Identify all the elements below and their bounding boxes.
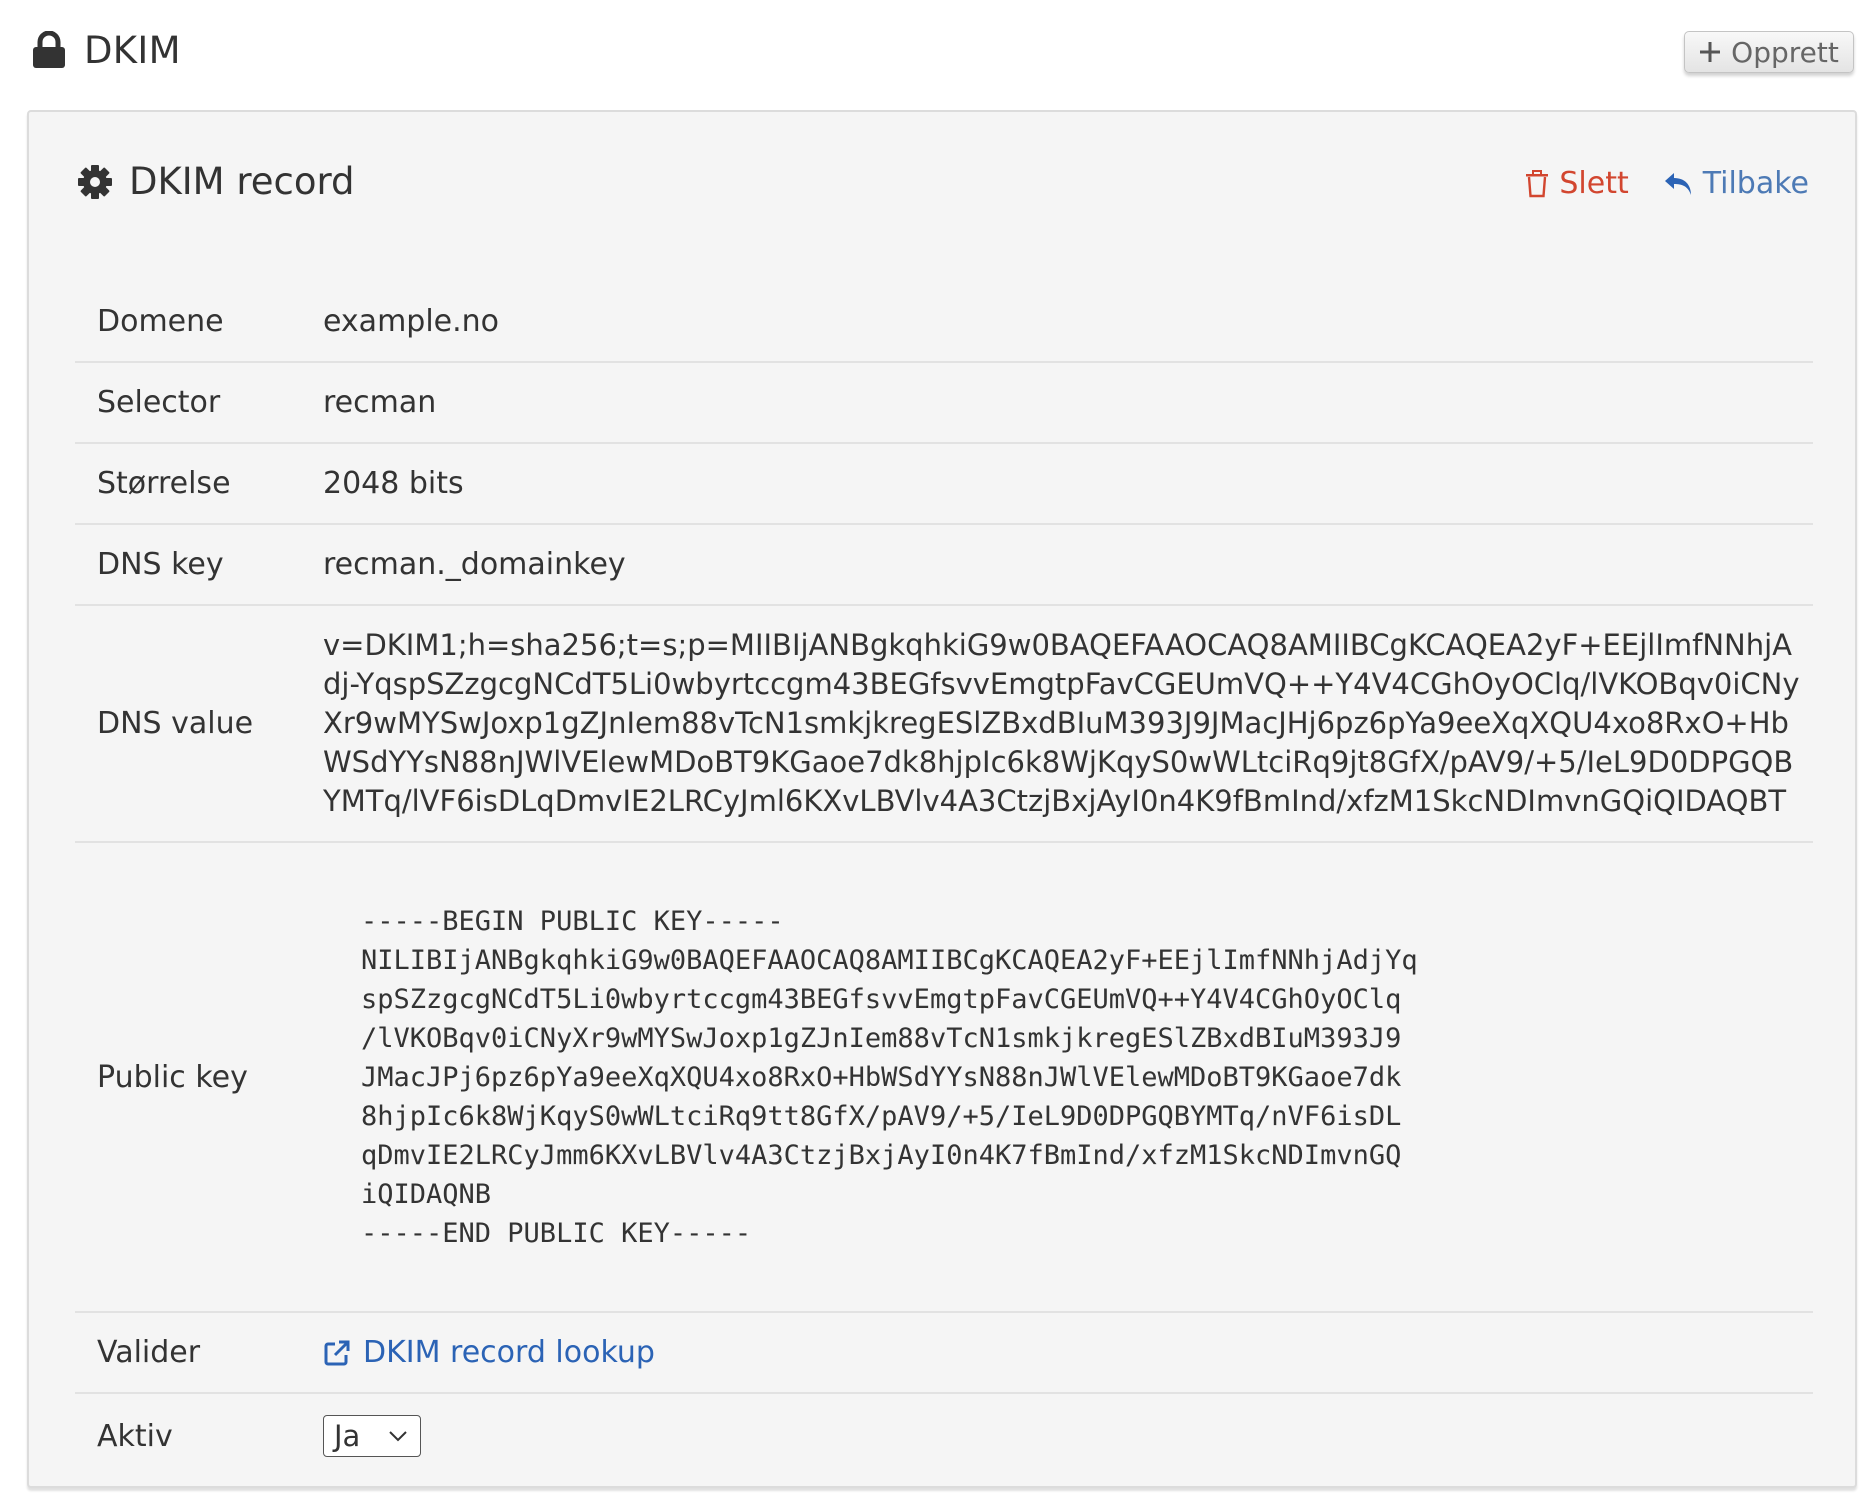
selector-label: Selector xyxy=(97,385,221,420)
size-value: 2048 bits xyxy=(323,466,464,501)
page-title: DKIM xyxy=(32,26,181,74)
reply-arrow-icon xyxy=(1663,171,1693,197)
delete-label: Slett xyxy=(1559,166,1629,201)
row-dns-value: DNS value v=DKIM1;h=sha256;t=s;p=MIIBIjA… xyxy=(75,606,1813,843)
back-label: Tilbake xyxy=(1702,166,1809,201)
back-button[interactable]: Tilbake xyxy=(1663,166,1809,201)
trash-icon xyxy=(1525,169,1549,198)
dns-key-value: recman._domainkey xyxy=(323,547,626,582)
row-domain: Domene example.no xyxy=(75,282,1813,363)
row-validate: Valider DKIM record lookup xyxy=(75,1313,1813,1394)
row-active: Aktiv Ja xyxy=(75,1394,1813,1478)
domain-label: Domene xyxy=(97,304,224,339)
dns-value-cell: v=DKIM1;h=sha256;t=s;p=MIIBIjANBgkqhkiG9… xyxy=(323,606,1803,841)
public-key-text: -----BEGIN PUBLIC KEY----- NILIBIjANBgkq… xyxy=(361,905,1418,1249)
card-actions: Slett Tilbake xyxy=(1525,166,1809,201)
public-key-label: Public key xyxy=(97,1059,248,1095)
active-select-value: Ja xyxy=(334,1419,361,1453)
dkim-record-card: DKIM record Slett Tilbake Domene example… xyxy=(27,110,1857,1488)
card-title: DKIM record xyxy=(129,160,355,203)
dkim-lookup-label: DKIM record lookup xyxy=(363,1335,655,1370)
dns-value-label: DNS value xyxy=(97,706,254,741)
validate-cell: DKIM record lookup xyxy=(323,1313,655,1392)
top-bar: DKIM Opprett xyxy=(0,0,1874,110)
gear-icon xyxy=(77,164,113,200)
selector-value: recman xyxy=(323,385,437,420)
plus-icon xyxy=(1699,41,1721,63)
dns-key-label: DNS key xyxy=(97,547,224,582)
row-dns-key: DNS key recman._domainkey xyxy=(75,525,1813,606)
delete-button[interactable]: Slett xyxy=(1525,166,1629,201)
size-label: Størrelse xyxy=(97,466,231,501)
row-size: Størrelse 2048 bits xyxy=(75,444,1813,525)
create-button[interactable]: Opprett xyxy=(1684,31,1854,73)
create-button-label: Opprett xyxy=(1731,35,1839,69)
external-link-icon xyxy=(323,1339,351,1367)
dkim-lookup-link[interactable]: DKIM record lookup xyxy=(323,1335,655,1370)
row-public-key: Public key -----BEGIN PUBLIC KEY----- NI… xyxy=(75,843,1813,1313)
lock-icon xyxy=(32,31,66,69)
chevron-down-icon xyxy=(388,1430,408,1442)
domain-value: example.no xyxy=(323,304,500,339)
active-label: Aktiv xyxy=(97,1418,173,1454)
active-cell: Ja xyxy=(323,1394,421,1478)
card-header: DKIM record xyxy=(77,160,355,203)
public-key-cell: -----BEGIN PUBLIC KEY----- NILIBIjANBgkq… xyxy=(323,843,1418,1311)
dns-value-text: v=DKIM1;h=sha256;t=s;p=MIIBIjANBgkqhkiG9… xyxy=(323,628,1800,818)
page-title-text: DKIM xyxy=(84,28,181,72)
active-select[interactable]: Ja xyxy=(323,1415,421,1457)
validate-label: Valider xyxy=(97,1335,201,1370)
row-selector: Selector recman xyxy=(75,363,1813,444)
